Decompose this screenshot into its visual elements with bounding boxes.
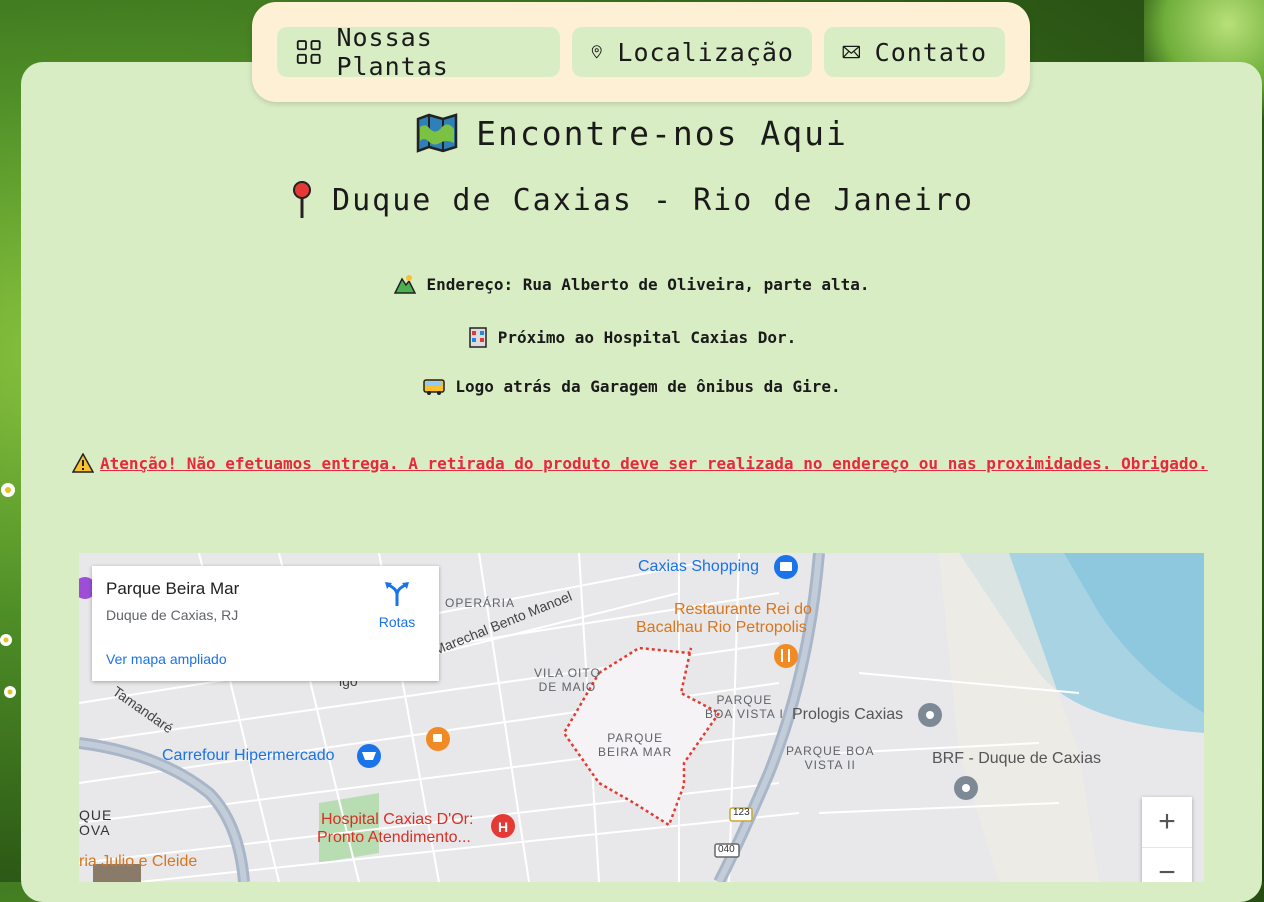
place-region: Duque de Caxias, RJ: [106, 607, 239, 623]
map-poi-hospital-line1[interactable]: Hospital Caxias D'Or:: [321, 811, 473, 829]
map-poi-brf[interactable]: BRF - Duque de Caxias: [932, 750, 1101, 768]
embedded-map[interactable]: H Caxias Shopping Restaurante Rei do Bac…: [79, 553, 1204, 882]
map-poi-julio-cleide[interactable]: ria Julio e Cleide: [79, 853, 197, 871]
map-poi-prologis[interactable]: Prologis Caxias: [792, 706, 903, 724]
map-poi-restaurante-line1[interactable]: Restaurante Rei do: [674, 601, 812, 619]
subtitle-row: Duque de Caxias - Rio de Janeiro: [0, 180, 1264, 220]
mountain-icon: [394, 275, 417, 294]
flowers-decoration: [0, 483, 16, 698]
area-line: PARQUE: [716, 693, 773, 707]
map-area-vila-oito: VILA OITO DE MAIO: [534, 666, 601, 694]
bus-icon: [423, 378, 446, 395]
warning-icon: [72, 453, 94, 473]
map-poi-caxias-shopping[interactable]: Caxias Shopping: [638, 558, 759, 576]
top-nav: Nossas Plantas Localização Contato: [252, 2, 1030, 102]
behind-text: Logo atrás da Garagem de ônibus da Gire.: [455, 377, 841, 396]
zoom-controls: + −: [1142, 797, 1192, 882]
map-poi-restaurante-line2[interactable]: Bacalhau Rio Petropolis: [636, 619, 807, 637]
directions-icon: [385, 582, 409, 606]
nav-label: Nossas Plantas: [336, 23, 449, 81]
directions-label: Rotas: [378, 614, 416, 630]
place-info-card: Parque Beira Mar Duque de Caxias, RJ Rot…: [92, 566, 439, 681]
near-text: Próximo ao Hospital Caxias Dor.: [497, 327, 797, 347]
zoom-in-button[interactable]: +: [1142, 797, 1192, 848]
nav-contato[interactable]: Contato: [824, 27, 1005, 77]
nav-localizacao[interactable]: Localização: [572, 27, 812, 77]
map-poi-hospital-line2[interactable]: Pronto Atendimento...: [317, 829, 471, 847]
page-title-row: Encontre-nos Aqui: [0, 113, 1264, 153]
area-line: VISTA II: [804, 758, 856, 772]
map-road-shield-040: 040: [718, 844, 735, 855]
near-line: Próximo ao Hospital Caxias Dor.: [0, 326, 1264, 348]
map-poi-carrefour[interactable]: Carrefour Hipermercado: [162, 747, 335, 765]
area-line: BOA VISTA I: [705, 707, 784, 721]
location-pin-icon: [591, 45, 602, 59]
map-area-fragment-2: OVA: [79, 822, 111, 838]
area-line: PARQUE BOA: [786, 744, 875, 758]
area-line: BEIRA MAR: [598, 745, 673, 759]
envelope-icon: [842, 45, 861, 59]
svg-text:H: H: [498, 819, 508, 835]
grid-icon: [296, 40, 321, 64]
map-area-fragment-1: QUE: [79, 807, 113, 823]
hospital-icon: [468, 327, 487, 348]
zoom-out-button[interactable]: −: [1142, 848, 1192, 882]
map-area-parque-boa-vista-ii: PARQUE BOA VISTA II: [786, 744, 874, 772]
view-larger-map-link[interactable]: Ver mapa ampliado: [106, 651, 227, 667]
nav-label: Contato: [874, 37, 987, 67]
map-area-parque-boa-vista-i: PARQUE BOA VISTA I: [705, 693, 784, 721]
page-subtitle: Duque de Caxias - Rio de Janeiro: [332, 182, 974, 218]
area-line: PARQUE: [607, 731, 664, 745]
address-text: Endereço: Rua Alberto de Oliveira, parte…: [426, 274, 870, 294]
area-line: VILA OITO: [534, 666, 601, 680]
place-name: Parque Beira Mar: [106, 579, 240, 598]
round-pushpin-icon: [293, 181, 312, 218]
warning-text: Atenção! Não efetuamos entrega. A retira…: [100, 453, 1208, 473]
nav-nossas-plantas[interactable]: Nossas Plantas: [277, 23, 560, 81]
map-road-shield-123: 123: [733, 807, 750, 818]
behind-line: Logo atrás da Garagem de ônibus da Gire.: [0, 377, 1264, 396]
directions-button[interactable]: Rotas: [372, 581, 422, 630]
address-line: Endereço: Rua Alberto de Oliveira, parte…: [0, 274, 1264, 294]
area-line: DE MAIO: [538, 680, 597, 694]
map-icon: [416, 113, 458, 153]
map-area-parque-beira-mar: PARQUE BEIRA MAR: [598, 731, 672, 759]
map-area-operaria: OPERÁRIA: [445, 596, 516, 610]
nav-label: Localização: [617, 37, 794, 67]
delivery-warning: Atenção! Não efetuamos entrega. A retira…: [72, 453, 1208, 473]
page-title: Encontre-nos Aqui: [476, 113, 848, 153]
